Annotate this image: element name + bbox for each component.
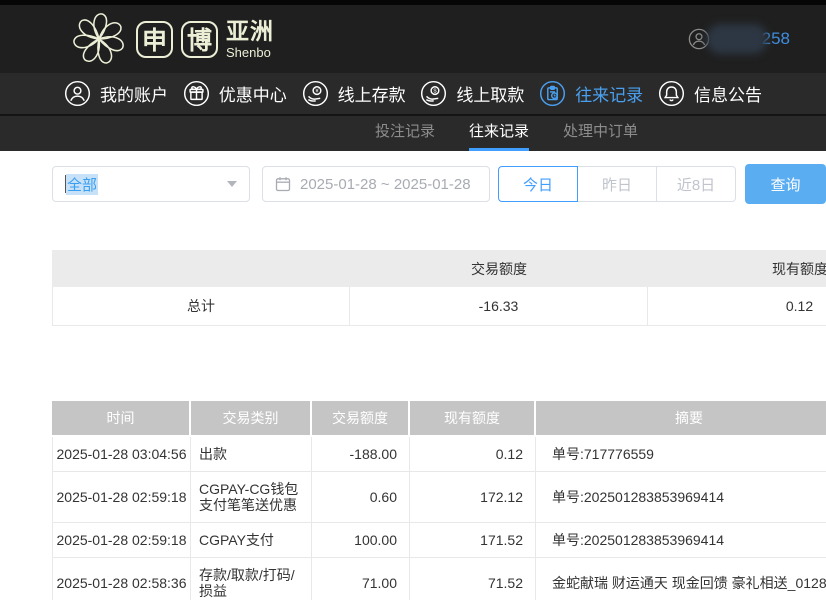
nav-item-announcements[interactable]: 信息公告 — [658, 80, 762, 107]
table-row: 2025-01-28 03:04:56出款-188.000.12单号:71777… — [52, 437, 826, 472]
table-cell: 0.12 — [648, 287, 826, 326]
user-icon — [64, 80, 91, 107]
summary-col-current-balance: 现有额度 — [648, 250, 826, 287]
main-nav: 我的账户 优惠中心 ¥ 线上存款 $ 线上取款 — [0, 73, 826, 114]
bell-icon — [658, 80, 685, 107]
table-cell: -188.00 — [312, 437, 410, 472]
nav-item-withdraw[interactable]: $ 线上取款 — [420, 80, 524, 107]
tab-pending-orders[interactable]: 处理中订单 — [563, 116, 638, 151]
nav-item-promotions[interactable]: 优惠中心 — [183, 80, 287, 107]
summary-col-transaction-amount: 交易额度 — [350, 250, 648, 287]
nav-label: 优惠中心 — [219, 81, 287, 106]
nav-item-deposit[interactable]: ¥ 线上存款 — [302, 80, 406, 107]
today-button[interactable]: 今日 — [498, 166, 578, 202]
quick-range-group: 今日 昨日 近8日 — [498, 166, 736, 202]
masked-username — [706, 24, 768, 54]
table-row: 2025-01-28 02:58:36存款/取款/打码/损益71.0071.52… — [52, 558, 826, 600]
nav-item-transaction-records[interactable]: 往来记录 — [539, 80, 643, 107]
gift-icon — [183, 80, 210, 107]
table-cell: 单号:202501283853969414 — [536, 523, 826, 558]
table-cell: 2025-01-28 02:59:18 — [52, 523, 191, 558]
table-cell: -16.33 — [350, 287, 648, 326]
records-table-header: 时间 交易类别 交易额度 现有额度 摘要 — [52, 401, 826, 437]
table-cell: 总计 — [52, 287, 350, 326]
records-col-summary: 摘要 — [536, 401, 826, 437]
table-cell: 2025-01-28 03:04:56 — [52, 437, 191, 472]
account-info[interactable]: 258 — [688, 24, 790, 54]
logo-char-box: 申 — [136, 21, 173, 58]
table-cell: 0.60 — [312, 472, 410, 523]
nav-label: 线上存款 — [338, 81, 406, 106]
table-cell: 金蛇献瑞 财运通天 现金回馈 豪礼相送_0128 — [536, 558, 826, 600]
deposit-icon: ¥ — [302, 80, 329, 107]
summary-table-body: 总计-16.330.12 — [52, 287, 826, 326]
table-cell: 172.12 — [410, 472, 536, 523]
tab-betting-records[interactable]: 投注记录 — [375, 116, 435, 151]
table-cell: 出款 — [191, 437, 312, 472]
table-cell: CGPAY支付 — [191, 523, 312, 558]
records-col-current-balance: 现有额度 — [410, 401, 536, 437]
top-header: 申 博 亚洲 Shenbo 258 — [0, 0, 826, 73]
nav-label: 线上取款 — [456, 81, 524, 106]
table-cell: CGPAY-CG钱包支付笔笔送优惠 — [191, 472, 312, 523]
type-select[interactable]: 全部 — [52, 166, 250, 202]
table-cell: 0.12 — [410, 437, 536, 472]
table-row: 2025-01-28 02:59:18CGPAY-CG钱包支付笔笔送优惠0.60… — [52, 472, 826, 523]
sub-nav: 投注记录 往来记录 处理中订单 — [0, 114, 826, 151]
table-row: 2025-01-28 02:59:18CGPAY支付100.00171.52单号… — [52, 523, 826, 558]
records-col-transaction-amount: 交易额度 — [312, 401, 410, 437]
nav-label: 信息公告 — [694, 81, 762, 106]
brand-logo[interactable]: 申 博 亚洲 Shenbo — [70, 10, 274, 68]
last-8-days-button[interactable]: 近8日 — [656, 166, 736, 202]
nav-label: 往来记录 — [575, 81, 643, 106]
summary-table: 交易额度 现有额度 总计-16.330.12 — [52, 250, 826, 326]
records-table-body: 2025-01-28 03:04:56出款-188.000.12单号:71777… — [52, 437, 826, 600]
table-row: 总计-16.330.12 — [52, 287, 826, 326]
nav-label: 我的账户 — [100, 81, 168, 106]
chevron-down-icon — [227, 181, 237, 187]
flower-logo-icon — [70, 10, 128, 68]
logo-wordmark: 亚洲 Shenbo — [226, 20, 274, 59]
logo-english-text: Shenbo — [226, 46, 274, 59]
withdraw-icon: $ — [420, 80, 447, 107]
table-cell: 2025-01-28 02:59:18 — [52, 472, 191, 523]
table-cell: 71.52 — [410, 558, 536, 600]
table-cell: 单号:717776559 — [536, 437, 826, 472]
filter-bar: 全部 2025-01-28 ~ 2025-01-28 今日 昨日 近8日 查询 — [52, 164, 826, 204]
summary-col-blank — [52, 250, 350, 287]
table-cell: 单号:202501283853969414 — [536, 472, 826, 523]
search-button[interactable]: 查询 — [745, 164, 826, 204]
table-cell: 2025-01-28 02:58:36 — [52, 558, 191, 600]
table-cell: 71.00 — [312, 558, 410, 600]
records-col-time: 时间 — [52, 401, 191, 437]
date-range-input[interactable]: 2025-01-28 ~ 2025-01-28 — [262, 166, 490, 202]
type-select-value: 全部 — [66, 174, 98, 195]
table-cell: 171.52 — [410, 523, 536, 558]
records-icon — [539, 80, 566, 107]
logo-char-box: 博 — [181, 21, 218, 58]
yesterday-button[interactable]: 昨日 — [577, 166, 657, 202]
date-range-value: 2025-01-28 ~ 2025-01-28 — [300, 176, 471, 193]
tab-transaction-records[interactable]: 往来记录 — [469, 116, 529, 151]
summary-table-header: 交易额度 现有额度 — [52, 250, 826, 287]
calendar-icon — [275, 176, 291, 192]
nav-item-my-account[interactable]: 我的账户 — [64, 80, 168, 107]
table-cell: 100.00 — [312, 523, 410, 558]
table-cell: 存款/取款/打码/损益 — [191, 558, 312, 600]
records-table: 时间 交易类别 交易额度 现有额度 摘要 2025-01-28 03:04:56… — [52, 401, 826, 600]
logo-region-text: 亚洲 — [226, 20, 274, 43]
records-col-type: 交易类别 — [191, 401, 312, 437]
